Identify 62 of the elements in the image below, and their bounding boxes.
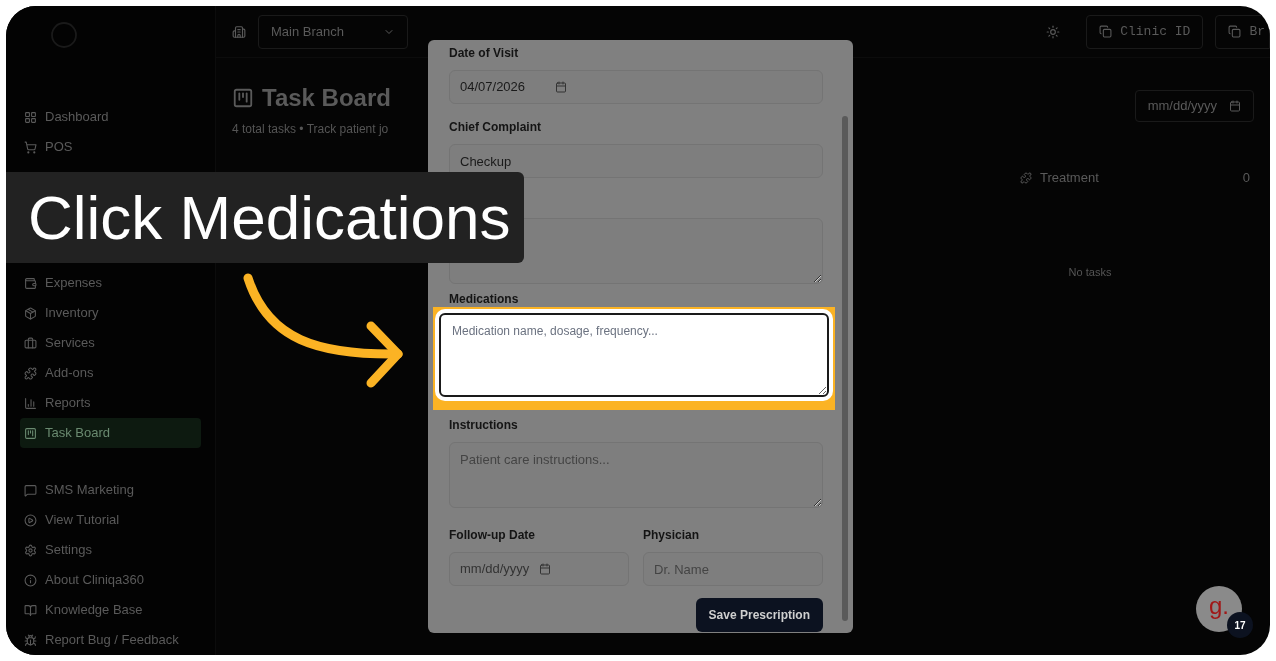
caption-text: Click Medications	[28, 186, 511, 249]
copy-icon	[1228, 25, 1242, 38]
play-icon	[24, 513, 37, 527]
instructions-field[interactable]: Patient care instructions...	[449, 442, 823, 508]
field-label: Date of Visit	[449, 45, 520, 62]
cart-icon	[24, 140, 37, 154]
sidebar-item[interactable]: SMS Marketing	[20, 475, 201, 505]
book-icon	[24, 603, 37, 617]
empty-text: No tasks	[1068, 264, 1112, 280]
kanban-icon	[232, 87, 254, 109]
sidebar-item[interactable]: Report Bug / Feedback	[20, 625, 201, 655]
medications-field[interactable]: Medication name, dosage, frequency...	[439, 313, 829, 397]
column-count: 0	[1242, 169, 1250, 187]
sidebar-item[interactable]: Inventory	[20, 298, 201, 328]
puzzle-icon	[1020, 171, 1032, 184]
field-label: Medications	[449, 292, 520, 306]
sun-icon	[1046, 24, 1061, 39]
sidebar-item[interactable]: Task Board	[20, 418, 201, 448]
sidebar-item[interactable]: Add-ons	[20, 358, 201, 388]
badge-letter: g.	[1209, 594, 1229, 618]
bar-chart-icon	[24, 396, 37, 410]
text-field[interactable]: Checkup	[449, 144, 823, 178]
package-icon	[24, 306, 37, 320]
sidebar-item[interactable]: Dashboard	[20, 102, 201, 132]
grid-icon	[24, 110, 37, 124]
field-label: Chief Complaint	[449, 119, 542, 136]
sidebar-item[interactable]: Services	[20, 328, 201, 358]
settings-icon	[24, 543, 37, 557]
sidebar-item[interactable]: About Cliniqa360	[20, 565, 201, 595]
sidebar-item[interactable]: Reports	[20, 388, 201, 418]
clinic-id-button[interactable]: Clinic ID	[1086, 14, 1204, 49]
bug-icon	[24, 633, 37, 647]
sidebar-item[interactable]: Expenses	[20, 268, 201, 298]
puzzle-icon	[24, 366, 37, 380]
field-label: Instructions	[449, 417, 519, 434]
briefcase-icon	[24, 336, 37, 350]
sidebar-item[interactable]: POS	[20, 132, 201, 162]
sidebar-item[interactable]: Knowledge Base	[20, 595, 201, 625]
branch-id-button[interactable]: Br	[1215, 14, 1270, 49]
copy-icon	[1099, 25, 1113, 38]
sidebar-item[interactable]: View Tutorial	[20, 505, 201, 535]
page-title: Task Board	[262, 83, 391, 113]
calendar-icon	[555, 81, 568, 93]
page-subtitle: 4 total tasks • Track patient jo	[232, 121, 390, 138]
notification-count: 17	[1227, 612, 1253, 638]
physician-field[interactable]: Dr. Name	[643, 552, 823, 586]
column-title: Treatment	[1040, 169, 1099, 187]
building-icon	[232, 24, 246, 39]
calendar-icon	[539, 563, 552, 575]
save-prescription-button[interactable]: Save Prescription	[695, 598, 823, 632]
kanban-icon	[24, 426, 37, 440]
field-label: Physician	[643, 527, 701, 544]
date-filter-field[interactable]: mm/dd/yyyy	[1134, 90, 1254, 122]
calendar-icon	[1229, 100, 1241, 112]
branch-select[interactable]: Main Branch	[258, 14, 408, 49]
wallet-icon	[24, 276, 37, 290]
message-icon	[24, 483, 37, 497]
field-label: Follow-up Date	[449, 527, 536, 544]
date-field[interactable]: mm/dd/yyyy	[449, 552, 629, 586]
info-icon	[24, 573, 37, 587]
date-field[interactable]: 04/07/2026	[449, 70, 823, 104]
sidebar-item[interactable]: Settings	[20, 535, 201, 565]
